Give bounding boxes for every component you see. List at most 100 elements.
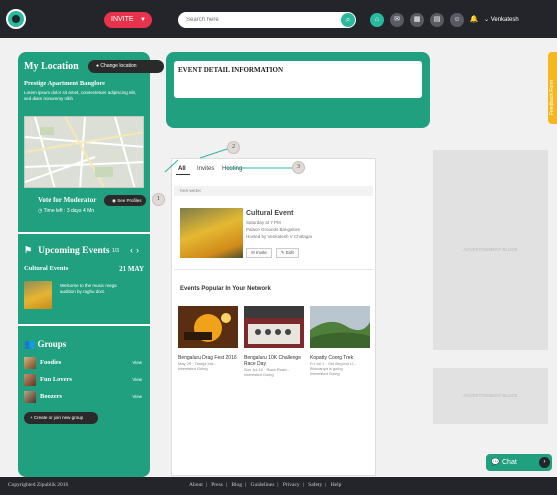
upcoming-event-image[interactable] — [24, 281, 52, 309]
groups-label: Groups — [37, 339, 67, 349]
search-bar: ⌕ — [178, 12, 356, 28]
time-left: ◷ Time left : 3 days 4 Mn — [38, 208, 94, 214]
popular-event-actions[interactable]: Interested Going — [178, 366, 238, 371]
top-navigation-bar: INVITE ▼ ⌕ ⌂ ✉ ▦ ▤ ☺ 🔔 ⌄ Venkatesh — [0, 0, 557, 38]
edit-event-label: Edit — [286, 250, 294, 255]
invite-event-label: Invite — [256, 250, 267, 255]
upcoming-events-title: ⚑ Upcoming Events — [24, 245, 110, 256]
upcoming-event-header[interactable]: Cultural Events 21 MAY — [24, 265, 144, 273]
upcoming-pagination: ‹› — [130, 245, 142, 255]
flag-icon: ⚑ — [24, 245, 33, 255]
see-profiles-button[interactable]: ◉ See Profiles — [104, 195, 146, 206]
popular-event-card[interactable]: Bengaluru 10K Challenge Race Day Sun Jul… — [244, 306, 304, 377]
footer-link-privacy[interactable]: Privacy — [283, 482, 300, 488]
divider — [18, 324, 150, 326]
group-name: Fun Lovers — [40, 376, 72, 383]
event-detail-panel: EVENT DETAIL INFORMATION — [166, 52, 430, 128]
edit-event-button[interactable]: ✎ Edit — [276, 248, 299, 258]
event-time: Saturday at 7 PM — [246, 220, 281, 225]
divider — [174, 269, 373, 270]
footer: Copyrighted Zipublik 2016 About | Press | … — [0, 477, 557, 495]
popular-event-name: Bengaluru 10K Challenge Race Day — [244, 355, 301, 367]
event-detail-box: EVENT DETAIL INFORMATION — [174, 61, 422, 98]
event-host: Hosted by Venkatesh V Chittagar — [246, 234, 313, 239]
search-input[interactable] — [186, 12, 336, 28]
group-avatar — [24, 357, 36, 369]
popular-event-image — [310, 306, 370, 348]
footer-link-blog[interactable]: Blog — [231, 482, 242, 488]
group-view-link[interactable]: View — [132, 377, 142, 382]
popular-event-card[interactable]: Kopatty Coorg Trek Fri Jul 1 · Get Beyon… — [310, 306, 370, 376]
create-group-button[interactable]: + Create or join new group — [24, 412, 98, 424]
upcoming-event-name: Cultural Events — [24, 265, 69, 272]
groups-title: 👥 Groups — [24, 339, 66, 350]
upcoming-event-description: Welcome to the music mega audition by ra… — [60, 283, 117, 294]
event-venue: Palace Grounds Bangalore — [246, 227, 301, 232]
inbox-icon[interactable]: ✉ — [390, 13, 404, 27]
people-icon[interactable]: ☺ — [450, 13, 464, 27]
footer-link-safety[interactable]: Safety — [308, 482, 322, 488]
bell-icon[interactable]: 🔔 — [467, 13, 481, 27]
popular-event-image — [178, 306, 238, 348]
app-logo[interactable] — [6, 9, 26, 29]
group-icon: 👥 — [24, 339, 38, 349]
event-detail-title: EVENT DETAIL INFORMATION — [178, 66, 284, 74]
change-location-button[interactable]: ● Change location — [88, 60, 164, 73]
group-name: Foodies — [40, 359, 62, 366]
time-left-text: Time left : 3 days 4 Mn — [43, 208, 95, 214]
vote-moderator-label: Vote for Moderator — [38, 196, 97, 204]
advertisement-block[interactable]: ADVERTISEMENT BLOCK — [433, 368, 548, 424]
chevron-down-icon: ▼ — [140, 17, 146, 23]
chevron-right-icon[interactable]: › — [136, 245, 142, 255]
upcoming-event-date: 21 MAY — [119, 265, 144, 273]
footer-link-press[interactable]: Press — [211, 482, 223, 488]
home-icon[interactable]: ⌂ — [370, 13, 384, 27]
group-item[interactable]: Boozers View — [24, 391, 142, 405]
location-map[interactable] — [24, 116, 144, 188]
location-description: Lorem ipsum dolor sit amet, consectetuer… — [24, 90, 137, 101]
event-name[interactable]: Cultural Event — [246, 210, 293, 217]
left-sidebar: My Location ● Change location Prestige A… — [18, 52, 164, 477]
search-icon[interactable]: ⌕ — [341, 13, 355, 27]
popular-event-actions[interactable]: Interested Going — [244, 372, 304, 377]
location-name: Prestige Apartment Banglore — [24, 80, 105, 87]
create-group-label: Create or join new group — [33, 415, 84, 420]
group-item[interactable]: Foodies View — [24, 357, 142, 371]
popular-event-image — [244, 306, 304, 348]
document-icon[interactable]: ▤ — [430, 13, 444, 27]
invite-label: INVITE — [111, 16, 134, 23]
feedback-label: Feedback Form — [549, 79, 555, 115]
upcoming-count: 1/3 — [112, 248, 119, 254]
footer-link-guidelines[interactable]: Guidelines — [251, 482, 275, 488]
popular-event-actions[interactable]: Interested Going — [310, 371, 370, 376]
map-image — [25, 117, 143, 187]
chat-button[interactable]: 💬 Chat › — [486, 454, 552, 471]
change-location-label: Change location — [100, 63, 137, 69]
copyright-text: Copyrighted Zipublik 2016 — [8, 482, 69, 488]
event-image[interactable] — [180, 208, 243, 258]
footer-links: About | Press | Blog | Guidelines | Privacy |… — [189, 482, 342, 488]
footer-link-about[interactable]: About — [189, 482, 203, 488]
group-avatar — [24, 374, 36, 386]
feedback-tab[interactable]: Feedback Form — [548, 52, 557, 124]
group-item[interactable]: Fun Lovers View — [24, 374, 142, 388]
popular-events-title: Events Popular In Your Network — [180, 286, 271, 292]
invite-button[interactable]: INVITE ▼ — [104, 12, 152, 28]
chat-label: Chat — [502, 459, 517, 466]
group-name: Boozers — [40, 393, 63, 400]
invite-event-button[interactable]: ✉ Invite — [246, 248, 272, 258]
callout-marker: 3 — [292, 161, 305, 174]
footer-link-help[interactable]: Help — [331, 482, 342, 488]
advertisement-block[interactable]: ADVERTISEMENT BLOCK — [433, 150, 548, 350]
popular-event-card[interactable]: Bengaluru Drag Fest 2016 May 29 · Taneja… — [178, 306, 238, 371]
events-feed: All Invites Hosting THIS WEEK Cultural E… — [171, 158, 376, 476]
calendar-icon[interactable]: ▦ — [410, 13, 424, 27]
upcoming-events-label: Upcoming Events — [38, 246, 110, 256]
group-view-link[interactable]: View — [132, 394, 142, 399]
user-menu[interactable]: ⌄ Venkatesh — [484, 13, 519, 27]
location-title: My Location — [24, 61, 79, 72]
group-view-link[interactable]: View — [132, 360, 142, 365]
chevron-down-icon: ⌄ — [484, 17, 491, 23]
divider — [18, 232, 150, 234]
chevron-right-icon[interactable]: › — [539, 457, 550, 468]
